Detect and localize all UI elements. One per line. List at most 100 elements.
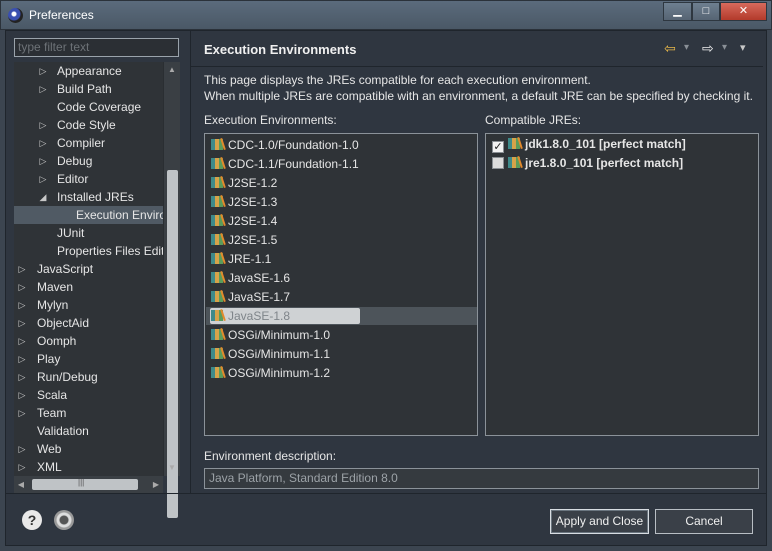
tree-item-label: JavaScript (37, 262, 94, 276)
environment-item[interactable]: OSGi/Minimum-1.2 (211, 364, 330, 382)
title-bar: Preferences ▁ □ ✕ (0, 0, 772, 30)
compatible-jres-list[interactable]: ✓ jdk1.8.0_101 [perfect match] jre1.8.0_10… (485, 133, 759, 436)
tree-item[interactable]: ▷ Maven (14, 278, 163, 296)
forward-dropdown-icon[interactable]: ▾ (722, 40, 727, 56)
tree-item[interactable]: Validation (14, 422, 163, 440)
tree-item[interactable]: ▷ Web (14, 440, 163, 458)
collapsed-arrow-icon[interactable]: ▷ (17, 440, 27, 458)
title-separator (191, 66, 763, 67)
collapsed-arrow-icon[interactable]: ▷ (17, 458, 27, 476)
environment-item[interactable]: OSGi/Minimum-1.0 (211, 326, 330, 344)
collapsed-arrow-icon[interactable]: ▷ (17, 404, 27, 422)
tree-item-label: Mylyn (37, 298, 69, 312)
tree-item[interactable]: ▷ XML (14, 458, 163, 476)
collapsed-arrow-icon[interactable]: ▷ (17, 368, 27, 386)
execution-environments-label: Execution Environments: (204, 113, 337, 127)
jre-label: jdk1.8.0_101 [perfect match] (525, 137, 686, 151)
tree-item[interactable]: Execution Enviro (14, 206, 163, 224)
collapsed-arrow-icon[interactable]: ▷ (17, 260, 27, 278)
collapsed-arrow-icon[interactable]: ▷ (17, 386, 27, 404)
expanded-arrow-icon[interactable]: ◢ (38, 188, 48, 206)
environment-item[interactable]: CDC-1.1/Foundation-1.1 (211, 155, 359, 173)
collapsed-arrow-icon[interactable]: ▷ (38, 116, 48, 134)
tree-item[interactable]: Code Coverage (14, 98, 163, 116)
scroll-left-icon[interactable]: ◀ (14, 476, 28, 493)
tree-item[interactable]: ▷ Team (14, 404, 163, 422)
scroll-right-icon[interactable]: ▶ (149, 476, 163, 493)
environment-item[interactable]: J2SE-1.5 (211, 231, 277, 249)
environment-label: J2SE-1.5 (228, 233, 278, 247)
compatible-jre-item[interactable]: ✓ jdk1.8.0_101 [perfect match] (492, 135, 686, 153)
scroll-up-icon[interactable]: ▲ (164, 62, 180, 78)
environment-item[interactable]: JavaSE-1.6 (211, 269, 290, 287)
environment-label: J2SE-1.3 (228, 195, 278, 209)
library-icon (508, 136, 523, 150)
environment-label: OSGi/Minimum-1.2 (228, 366, 331, 380)
environment-item[interactable]: JavaSE-1.8 (206, 307, 477, 325)
tree-item[interactable]: ▷ Code Style (14, 116, 163, 134)
environment-item[interactable]: J2SE-1.4 (211, 212, 277, 230)
tree-item[interactable]: ▷ Mylyn (14, 296, 163, 314)
environment-item[interactable]: JRE-1.1 (211, 250, 271, 268)
environment-item[interactable]: JavaSE-1.7 (211, 288, 290, 306)
jre-checkbox[interactable] (492, 157, 504, 169)
tree-item[interactable]: Properties Files Edito (14, 242, 163, 260)
tree-item[interactable]: JUnit (14, 224, 163, 242)
cancel-button[interactable]: Cancel (655, 509, 753, 534)
environment-item[interactable]: CDC-1.0/Foundation-1.0 (211, 136, 359, 154)
scroll-thumb-horizontal[interactable] (32, 479, 138, 490)
help-icon[interactable]: ? (22, 510, 42, 530)
tree-item[interactable]: ▷ Build Path (14, 80, 163, 98)
environment-label: JavaSE-1.8 (228, 309, 291, 323)
close-button[interactable]: ✕ (720, 2, 767, 21)
import-export-icon[interactable] (54, 510, 74, 530)
tree-item[interactable]: ▷ Appearance (14, 62, 163, 80)
filter-input[interactable]: type filter text (14, 38, 179, 57)
view-menu-icon[interactable]: ▾ (740, 40, 746, 56)
tree-item-label: Code Style (57, 118, 116, 132)
collapsed-arrow-icon[interactable]: ▷ (38, 152, 48, 170)
forward-arrow-icon[interactable]: ⇨ (702, 40, 714, 56)
collapsed-arrow-icon[interactable]: ▷ (17, 350, 27, 368)
tree-item[interactable]: ▷ Editor (14, 170, 163, 188)
collapsed-arrow-icon[interactable]: ▷ (38, 62, 48, 80)
execution-environments-list[interactable]: CDC-1.0/Foundation-1.0 CDC-1.1/Foundation… (204, 133, 478, 436)
pane-divider[interactable] (190, 30, 191, 493)
environment-item[interactable]: OSGi/Minimum-1.1 (211, 345, 330, 363)
collapsed-arrow-icon[interactable]: ▷ (38, 134, 48, 152)
jre-checkbox[interactable]: ✓ (492, 141, 504, 153)
scroll-down-icon[interactable]: ▼ (164, 460, 180, 476)
tree-item[interactable]: ▷ JavaScript (14, 260, 163, 278)
tree-horizontal-scrollbar[interactable]: ◀ ||| ▶ (14, 476, 163, 493)
back-arrow-icon[interactable]: ⇦ (664, 40, 676, 56)
tree-item-label: JUnit (57, 226, 85, 240)
collapsed-arrow-icon[interactable]: ▷ (38, 80, 48, 98)
collapsed-arrow-icon[interactable]: ▷ (38, 170, 48, 188)
eclipse-icon (8, 8, 23, 23)
collapsed-arrow-icon[interactable]: ▷ (17, 332, 27, 350)
environment-item[interactable]: J2SE-1.3 (211, 193, 277, 211)
tree-item[interactable]: ▷ ObjectAid (14, 314, 163, 332)
maximize-button[interactable]: □ (692, 2, 720, 21)
collapsed-arrow-icon[interactable]: ▷ (17, 296, 27, 314)
tree-item[interactable]: ◢ Installed JREs (14, 188, 163, 206)
tree-vertical-scrollbar[interactable]: ▲ ▼ (163, 62, 180, 518)
tree-item-label: Scala (37, 388, 68, 402)
environment-label: JavaSE-1.7 (228, 290, 291, 304)
minimize-button[interactable]: ▁ (663, 2, 692, 21)
tree-item[interactable]: ▷ Play (14, 350, 163, 368)
collapsed-arrow-icon[interactable]: ▷ (17, 278, 27, 296)
library-icon (211, 289, 226, 303)
tree-item[interactable]: ▷ Scala (14, 386, 163, 404)
back-dropdown-icon[interactable]: ▾ (684, 40, 689, 56)
tree-item[interactable]: ▷ Compiler (14, 134, 163, 152)
apply-and-close-button[interactable]: Apply and Close (550, 509, 649, 534)
environment-item[interactable]: J2SE-1.2 (211, 174, 277, 192)
compatible-jre-item[interactable]: jre1.8.0_101 [perfect match] (492, 154, 683, 172)
collapsed-arrow-icon[interactable]: ▷ (17, 314, 27, 332)
tree-item[interactable]: ▷ Run/Debug (14, 368, 163, 386)
tree-item[interactable]: ▷ Oomph (14, 332, 163, 350)
tree-item[interactable]: ▷ Debug (14, 152, 163, 170)
library-icon (508, 155, 523, 169)
environment-label: CDC-1.0/Foundation-1.0 (228, 138, 359, 152)
